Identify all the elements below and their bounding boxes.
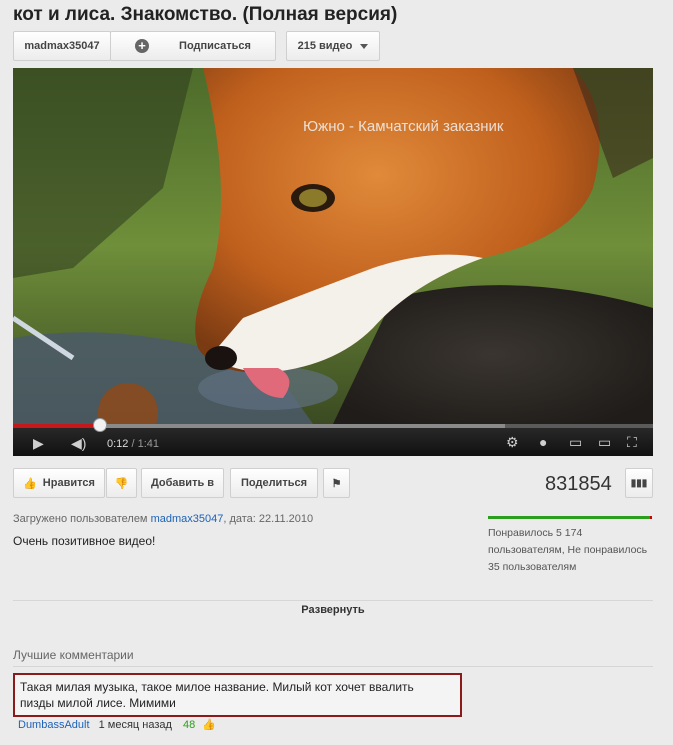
dislike-ratio <box>650 516 652 519</box>
channel-name-button[interactable]: madmax35047 <box>13 31 111 61</box>
like-button[interactable]: 👍 Нравится <box>13 468 105 498</box>
videos-count-dropdown[interactable]: 215 видео <box>286 31 380 61</box>
watch-later-icon[interactable]: ● <box>539 435 547 449</box>
thumbs-up-icon: 👍 <box>23 477 37 490</box>
comment-date: 1 месяц назад <box>98 719 172 731</box>
add-to-button[interactable]: Добавить в <box>141 468 224 498</box>
scrubber-handle[interactable] <box>93 418 107 432</box>
video-title: кот и лиса. Знакомство. (Полная версия) <box>13 4 398 25</box>
like-label: Нравится <box>42 477 95 489</box>
chevron-down-icon <box>360 43 369 49</box>
videos-count-label: 215 видео <box>297 40 353 52</box>
upload-prefix: Загружено пользователем <box>13 513 148 525</box>
view-count: 831854 <box>545 473 612 495</box>
progress-bar[interactable] <box>13 418 653 432</box>
upload-info: Загружено пользователем madmax35047, дат… <box>13 513 313 525</box>
comment-item: Такая милая музыка, такое милое название… <box>13 673 462 717</box>
time-display: 0:12 / 1:41 <box>107 438 159 450</box>
dislike-button[interactable]: 👎 <box>106 468 137 498</box>
progress-played <box>13 424 99 428</box>
flag-icon: ⚑ <box>331 477 342 490</box>
stats-button[interactable]: ▮▮▮ <box>625 468 653 498</box>
video-watermark: Южно - Камчатский заказник <box>303 118 504 135</box>
time-current: 0:12 <box>107 438 129 450</box>
comment-author[interactable]: DumbassAdult <box>18 719 90 731</box>
thumbs-up-icon[interactable]: 👍 <box>202 718 216 731</box>
play-icon[interactable]: ▶ <box>33 436 44 450</box>
video-description: Очень позитивное видео! <box>13 534 156 548</box>
video-player[interactable]: Южно - Камчатский заказник <box>13 68 653 424</box>
like-stats: Понравилось 5 174 пользователям, Не понр… <box>488 527 648 573</box>
top-comments-header: Лучшие комментарии <box>13 648 134 662</box>
bar-chart-icon: ▮▮▮ <box>630 477 648 489</box>
upload-date: , дата: 22.11.2010 <box>223 513 314 525</box>
divider <box>13 600 653 601</box>
add-to-label: Добавить в <box>150 477 215 489</box>
volume-icon[interactable]: ◀) <box>71 436 86 450</box>
large-player-icon[interactable]: ▭ <box>598 435 611 449</box>
flag-button[interactable]: ⚑ <box>323 468 350 498</box>
expand-button[interactable]: Развернуть <box>13 604 653 616</box>
progress-loaded <box>99 424 505 428</box>
share-label: Поделиться <box>240 477 308 489</box>
uploader-link[interactable]: madmax35047 <box>151 513 224 525</box>
plus-icon: + <box>135 39 150 53</box>
comment-rating: 48 <box>183 719 196 731</box>
subscribe-label: Подписаться <box>179 40 251 52</box>
gear-icon[interactable]: ⚙ <box>506 435 519 449</box>
divider <box>13 666 653 667</box>
small-player-icon[interactable]: ▭ <box>569 435 582 449</box>
thumbs-down-icon: 👎 <box>114 477 129 490</box>
like-ratio-bar <box>488 516 652 519</box>
time-total: / 1:41 <box>131 438 160 450</box>
player-controls: ▶ ◀) 0:12 / 1:41 ⚙ ● ▭ ▭ ⛶ <box>13 418 653 456</box>
subscribe-button[interactable]: + Подписаться <box>110 31 276 61</box>
fullscreen-icon[interactable]: ⛶ <box>627 435 637 449</box>
comment-text: Такая милая музыка, такое милое название… <box>20 680 414 710</box>
comment-meta: DumbassAdult 1 месяц назад 48 👍 <box>18 718 216 731</box>
share-button[interactable]: Поделиться <box>230 468 318 498</box>
channel-name: madmax35047 <box>24 40 100 52</box>
